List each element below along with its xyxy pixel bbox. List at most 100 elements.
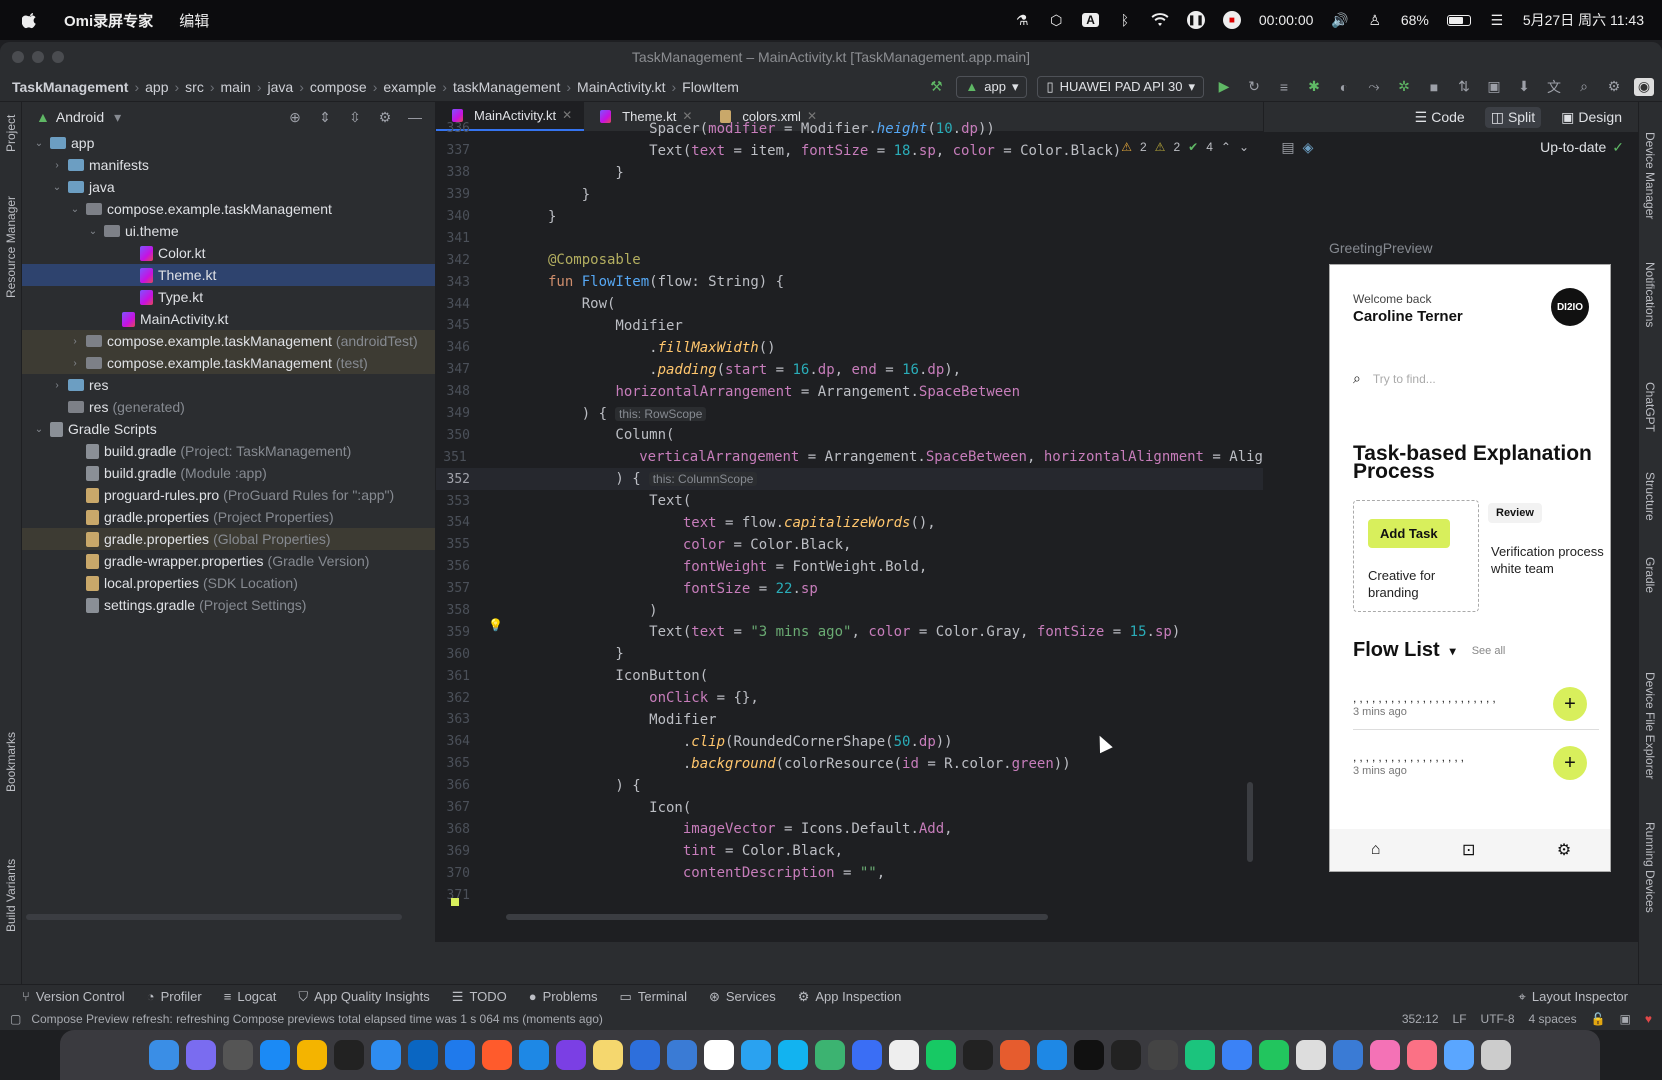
- line-number[interactable]: 337: [436, 143, 478, 158]
- indent-setting[interactable]: 4 spaces: [1529, 1012, 1577, 1026]
- attach-debugger-icon[interactable]: ⤳: [1364, 78, 1384, 96]
- running-devices-tool-button[interactable]: Running Devices: [1643, 822, 1657, 913]
- dock-app-icon[interactable]: [482, 1040, 512, 1070]
- code-line[interactable]: 347 .padding(start = 16.dp, end = 16.dp)…: [436, 359, 1263, 381]
- dock-app-icon[interactable]: [149, 1040, 179, 1070]
- device-select[interactable]: ▯ HUAWEI PAD API 30 ▾: [1037, 75, 1204, 98]
- collapse-all-icon[interactable]: ⇳: [345, 108, 365, 126]
- breadcrumb-item[interactable]: java: [268, 79, 294, 95]
- dock-app-icon[interactable]: [889, 1040, 919, 1070]
- file-encoding[interactable]: UTF-8: [1481, 1012, 1515, 1026]
- line-number[interactable]: 348: [436, 384, 478, 399]
- line-number[interactable]: 344: [436, 297, 478, 312]
- line-number[interactable]: 364: [436, 734, 478, 749]
- code-line[interactable]: 343 fun FlowItem(flow: String) {: [436, 271, 1263, 293]
- chevron-icon[interactable]: ›: [68, 358, 82, 369]
- resource-manager-tool-button[interactable]: Resource Manager: [4, 196, 18, 298]
- flask-icon[interactable]: ⚗: [1014, 12, 1030, 29]
- build-hammer-icon[interactable]: ⚒: [926, 78, 946, 96]
- dock-app-icon[interactable]: [556, 1040, 586, 1070]
- see-all-link[interactable]: See all: [1472, 645, 1506, 657]
- search-icon[interactable]: ⌕: [1574, 78, 1594, 96]
- debug-icon[interactable]: ✱: [1304, 78, 1324, 96]
- code-line[interactable]: 344 Row(: [436, 293, 1263, 315]
- pause-icon[interactable]: ❚❚: [1186, 11, 1205, 29]
- dock-app-icon[interactable]: [963, 1040, 993, 1070]
- dock-app-icon[interactable]: [408, 1040, 438, 1070]
- chevron-down-icon[interactable]: ▾: [1450, 644, 1456, 658]
- chatgpt-tool-button[interactable]: ChatGPT: [1643, 382, 1657, 432]
- code-line[interactable]: 337 Text(text = item, fontSize = 18.sp, …: [436, 140, 1263, 162]
- dock-app-icon[interactable]: [1148, 1040, 1178, 1070]
- dock-app-icon[interactable]: [1111, 1040, 1141, 1070]
- tree-item[interactable]: › res: [22, 374, 435, 396]
- add-task-button[interactable]: Add Task: [1368, 519, 1450, 548]
- code-line[interactable]: 364 .clip(RoundedCornerShape(50.dp)): [436, 731, 1263, 753]
- line-number[interactable]: 346: [436, 340, 478, 355]
- tree-item[interactable]: settings.gradle (Project Settings): [22, 594, 435, 616]
- dock-app-icon[interactable]: [1296, 1040, 1326, 1070]
- line-number[interactable]: 363: [436, 712, 478, 727]
- line-number[interactable]: 356: [436, 559, 478, 574]
- split-mode-button[interactable]: ◫ Split: [1484, 106, 1542, 128]
- tree-item[interactable]: res (generated): [22, 396, 435, 418]
- code-line[interactable]: 369 tint = Color.Black,: [436, 840, 1263, 862]
- tree-item[interactable]: build.gradle (Module :app): [22, 462, 435, 484]
- gradle-tool-button[interactable]: Gradle: [1643, 557, 1657, 593]
- line-number[interactable]: 351: [436, 450, 475, 465]
- lock-icon[interactable]: 🔓: [1591, 1012, 1606, 1026]
- rerun-icon[interactable]: ↻: [1244, 78, 1264, 96]
- chevron-icon[interactable]: ⌄: [50, 182, 64, 193]
- expand-all-icon[interactable]: ⇕: [315, 108, 335, 126]
- close-window-button[interactable]: [12, 51, 24, 63]
- user-icon[interactable]: ♙: [1367, 12, 1383, 29]
- run-icon[interactable]: ▶: [1214, 78, 1234, 96]
- line-number[interactable]: 355: [436, 537, 478, 552]
- line-number[interactable]: 368: [436, 822, 478, 837]
- sdk-manager-icon[interactable]: ⬇: [1514, 78, 1534, 96]
- task-card[interactable]: Add Task Creative for branding: [1353, 500, 1479, 612]
- project-view-select[interactable]: Android: [56, 109, 104, 125]
- chevron-icon[interactable]: ›: [50, 160, 64, 171]
- line-number[interactable]: 336: [436, 121, 478, 136]
- breadcrumb-item[interactable]: taskManagement: [453, 79, 560, 95]
- account-icon[interactable]: ◉: [1634, 77, 1654, 96]
- volume-icon[interactable]: 🔊: [1331, 12, 1348, 29]
- editor-vscrollbar[interactable]: [1247, 782, 1253, 862]
- chevron-icon[interactable]: ⌄: [32, 424, 46, 435]
- add-icon[interactable]: +: [1553, 687, 1587, 721]
- dock-app-icon[interactable]: [667, 1040, 697, 1070]
- dock-app-icon[interactable]: [186, 1040, 216, 1070]
- layout-inspector-button[interactable]: ⌖ Layout Inspector: [1519, 989, 1628, 1005]
- line-number[interactable]: 342: [436, 253, 478, 268]
- dock-app-icon[interactable]: [1185, 1040, 1215, 1070]
- project-tool-button[interactable]: Project: [4, 115, 18, 152]
- code-line[interactable]: 345 Modifier: [436, 315, 1263, 337]
- profile-icon[interactable]: ⊡: [1462, 840, 1475, 860]
- code-line[interactable]: 371: [436, 884, 1263, 906]
- line-number[interactable]: 352: [436, 472, 478, 487]
- code-line[interactable]: 365 .background(colorResource(id = R.col…: [436, 753, 1263, 775]
- tool-window-button[interactable]: ⛉ App Quality Insights: [298, 989, 429, 1005]
- code-line[interactable]: 351 verticalArrangement = Arrangement.Sp…: [436, 446, 1263, 468]
- line-number[interactable]: 349: [436, 406, 478, 421]
- dock-app-icon[interactable]: [1037, 1040, 1067, 1070]
- code-area[interactable]: 336 Spacer(modifier = Modifier.height(10…: [436, 118, 1263, 940]
- line-number[interactable]: 370: [436, 866, 478, 881]
- bookmarks-tool-button[interactable]: Bookmarks: [4, 732, 18, 792]
- chevron-icon[interactable]: ⌄: [32, 138, 46, 149]
- editor-hscrollbar[interactable]: [506, 914, 1048, 920]
- dock-app-icon[interactable]: [1259, 1040, 1289, 1070]
- stop-icon[interactable]: ■: [1424, 78, 1444, 96]
- code-mode-button[interactable]: ☰ Code: [1409, 107, 1471, 128]
- bug-icon[interactable]: ✲: [1394, 78, 1414, 96]
- line-number[interactable]: 339: [436, 187, 478, 202]
- line-number[interactable]: 367: [436, 800, 478, 815]
- chevron-icon[interactable]: ⌄: [86, 226, 100, 237]
- dock-app-icon[interactable]: [852, 1040, 882, 1070]
- list-item[interactable]: ,,,,,,,,,,,,,,,,,, 3 mins ago +: [1353, 746, 1599, 780]
- code-line[interactable]: 340}: [436, 206, 1263, 228]
- dock-app-icon[interactable]: [371, 1040, 401, 1070]
- dock-app-icon[interactable]: [704, 1040, 734, 1070]
- code-line[interactable]: 336 Spacer(modifier = Modifier.height(10…: [436, 118, 1263, 140]
